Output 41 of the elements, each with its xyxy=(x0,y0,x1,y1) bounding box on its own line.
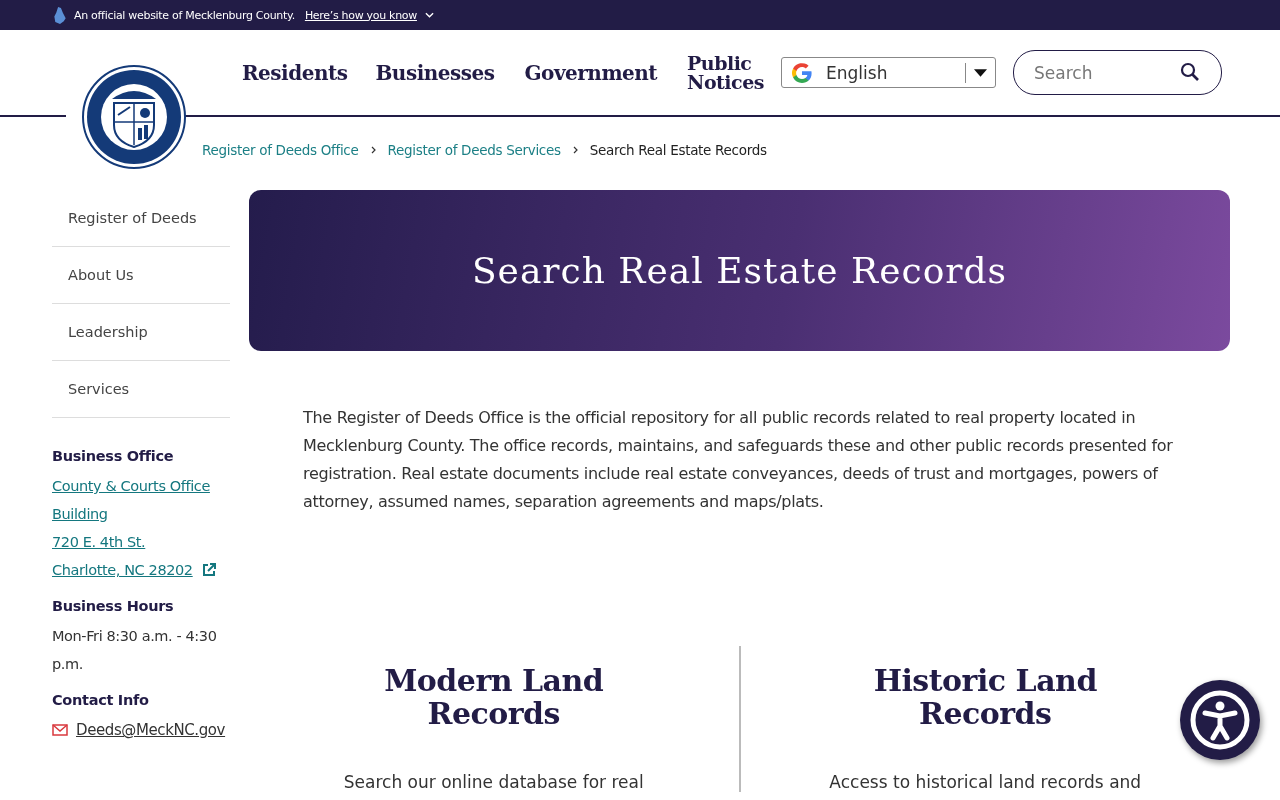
column-title: Modern Land Records xyxy=(383,664,605,730)
column-title: Historic Land Records xyxy=(872,664,1098,730)
breadcrumb-link[interactable]: Register of Deeds Office xyxy=(202,142,359,158)
dropdown-caret-icon xyxy=(974,68,988,77)
accessibility-icon xyxy=(1190,690,1250,750)
chevron-down-icon[interactable] xyxy=(424,12,434,18)
state-map-icon xyxy=(54,6,66,24)
language-select[interactable]: English xyxy=(781,57,997,88)
sidebar-item[interactable]: Register of Deeds xyxy=(52,190,230,247)
section-heading: Business Office xyxy=(52,448,175,464)
address-link[interactable]: 720 E. 4th St. xyxy=(52,528,146,556)
page-title: Search Real Estate Records xyxy=(471,250,1008,291)
chevron-right-icon xyxy=(370,146,376,154)
county-seal-drawing[interactable] xyxy=(82,65,186,169)
how-you-know-link[interactable]: Here’s how you know xyxy=(304,8,417,22)
sidebar-item[interactable]: Services xyxy=(52,361,230,418)
mail-icon xyxy=(52,724,68,736)
nav-link[interactable]: Public Notices xyxy=(687,53,768,92)
sidebar-item[interactable]: About Us xyxy=(52,247,230,304)
breadcrumb-current: Search Real Estate Records xyxy=(589,142,767,158)
column-text: Access to historical land records and xyxy=(828,772,1143,792)
hours-text: Mon-Fri 8:30 a.m. - 4:30 p.m. xyxy=(52,627,218,674)
accessibility-button[interactable] xyxy=(1180,680,1260,760)
section-heading: Business Hours xyxy=(52,598,175,614)
external-link-icon[interactable] xyxy=(200,562,217,578)
email-link[interactable]: Deeds@MeckNC.gov xyxy=(76,716,226,744)
address-link[interactable]: County & Courts Office Building xyxy=(52,472,230,528)
search-field[interactable]: Search xyxy=(1013,50,1223,95)
intro-paragraph: The Register of Deeds Office is the official repository for all public records related to real property located in Mecklenburg County. The office records, maintains, and safeguards these and other public records presented for registration. Real estate documents include real estate conveyances, deeds of trust and mortgages, powers of attorney, assumed names, separation agreements and maps/plats. xyxy=(303,407,1174,513)
address-link[interactable]: Charlotte, NC 28202 xyxy=(52,556,193,584)
column-text: Search our online database for real xyxy=(342,772,645,792)
nav-link[interactable]: Government xyxy=(524,60,658,85)
nav-link[interactable]: Residents xyxy=(242,60,348,85)
chevron-right-icon xyxy=(572,146,578,154)
nav-link[interactable]: Businesses xyxy=(375,60,495,85)
google-g-icon xyxy=(790,60,815,85)
sidebar-item[interactable]: Leadership xyxy=(52,304,230,361)
section-heading: Contact Info xyxy=(52,692,150,708)
search-icon[interactable] xyxy=(1180,62,1201,82)
breadcrumb-link[interactable]: Register of Deeds Services xyxy=(387,142,561,158)
official-website-text: An official website of Mecklenburg County. xyxy=(74,8,295,22)
